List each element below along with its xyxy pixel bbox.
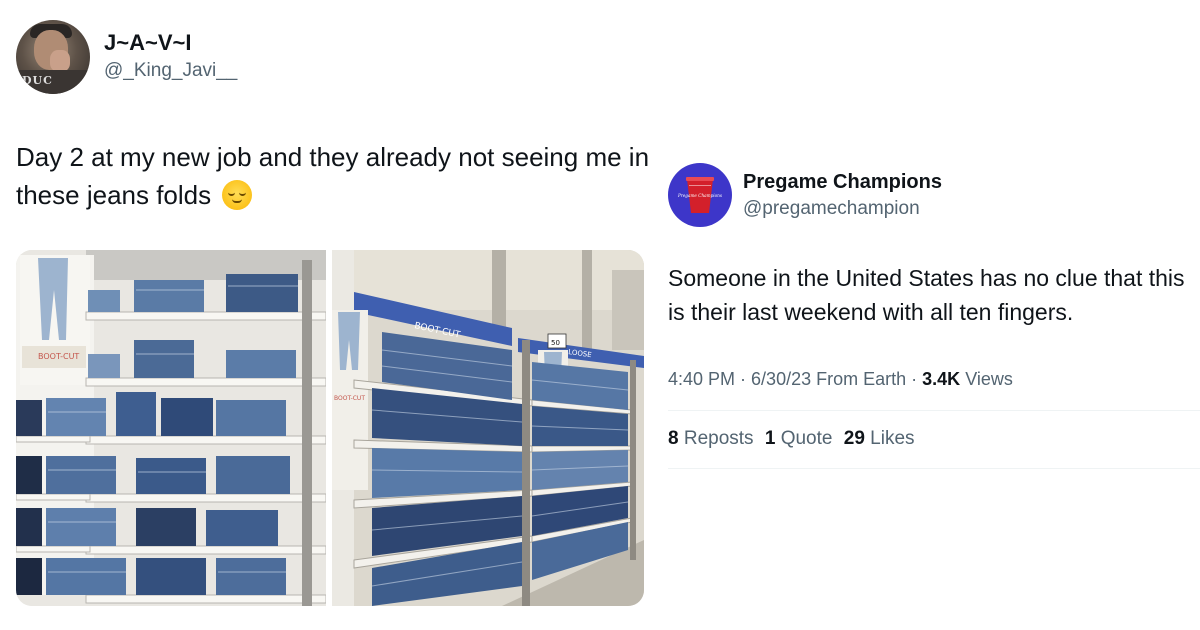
avatar[interactable]: Pregame Champions (668, 163, 732, 227)
tweet-pregame: Pregame Champions Pregame Champions @pre… (668, 0, 1200, 630)
display-name[interactable]: J~A~V~I (104, 30, 191, 56)
user-handle[interactable]: @_King_Javi__ (104, 60, 237, 82)
avatar-brand-text: Pregame Champions (677, 193, 722, 198)
meta-separator: · (906, 369, 923, 389)
jeans-shelf-photo-2-drawing: BOOT-CUT LOOSE 50 BOOT-CUT (332, 250, 644, 606)
red-cup-icon: Pregame Champions (677, 177, 722, 213)
likes-stat[interactable]: 29 Likes (844, 428, 915, 449)
jeans-shelf-photo-1[interactable]: BOOT-CUT (16, 250, 326, 606)
reposts-label: Reposts (683, 428, 754, 449)
tweet-text: Day 2 at my new job and they already not… (16, 138, 656, 214)
side-sign-label: BOOT-CUT (334, 395, 365, 402)
tweet-text: Someone in the United States has no clue… (668, 265, 1185, 325)
tweet-meta: 4:40 PM · 6/30/23 From Earth · 3.4K View… (668, 369, 1013, 390)
reposts-stat[interactable]: 8 Reposts (668, 428, 754, 449)
tweet-text-body: Day 2 at my new job and they already not… (16, 142, 650, 210)
reposts-count: 8 (668, 428, 679, 449)
quotes-count: 1 (764, 428, 776, 449)
price-tag: 50 (551, 339, 560, 347)
likes-label: Likes (870, 428, 915, 449)
tweet-media: BOOT-CUT BOOT-CUT LOOSE 50 BOOT-CUT (16, 250, 644, 606)
quotes-label: Quote (780, 428, 833, 449)
display-name[interactable]: Pregame Champions (743, 171, 942, 194)
jeans-shelf-photo-1-drawing: BOOT-CUT (16, 250, 326, 606)
tweet-source: From Earth (816, 369, 907, 389)
sign-label: BOOT-CUT (38, 352, 79, 361)
relieved-face-icon (222, 180, 253, 210)
views-label: Views (965, 369, 1013, 389)
tweet-time[interactable]: 4:40 PM (668, 369, 735, 389)
avatar-hand (50, 50, 70, 72)
divider (668, 468, 1200, 469)
jeans-shelf-photo-2[interactable]: BOOT-CUT LOOSE 50 BOOT-CUT (332, 250, 644, 606)
quotes-stat[interactable]: 1 Quote (765, 428, 833, 449)
views-count: 3.4K (922, 369, 961, 389)
likes-count: 29 (843, 428, 865, 449)
tweet-javi: DUC J~A~V~I @_King_Javi__ Day 2 at my ne… (0, 0, 660, 630)
user-handle[interactable]: @pregamechampion (743, 198, 920, 220)
tweet-date[interactable]: 6/30/23 (751, 369, 811, 389)
engagement-stats: 8 Reposts 1 Quote 29 Likes (668, 428, 915, 450)
divider (668, 410, 1200, 411)
avatar-shirt-text: DUC (22, 74, 53, 87)
avatar[interactable]: DUC (16, 20, 90, 94)
meta-separator: · (735, 369, 752, 389)
avatar-shirt: DUC (16, 70, 90, 94)
